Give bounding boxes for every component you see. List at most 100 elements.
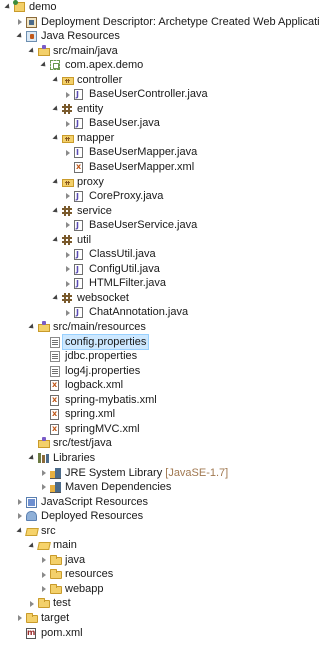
deployment-descriptor-icon	[26, 16, 37, 28]
expand-toggle-icon[interactable]	[15, 495, 24, 510]
expand-toggle-icon[interactable]	[15, 15, 24, 30]
tree-item-label: java	[65, 553, 86, 566]
collapse-toggle-icon[interactable]	[51, 131, 60, 146]
tree-item-label: test	[53, 597, 71, 610]
expand-toggle-icon[interactable]	[39, 582, 48, 597]
collapse-toggle-icon[interactable]	[3, 0, 12, 15]
expand-toggle-icon[interactable]	[63, 189, 72, 204]
tree-item-label: src/main/resources	[53, 321, 146, 334]
xml-file-icon	[74, 160, 83, 175]
expand-toggle-icon[interactable]	[63, 87, 72, 102]
expand-toggle-icon[interactable]	[63, 276, 72, 291]
tree-item[interactable]: Maven Dependencies	[0, 480, 314, 495]
tree-item[interactable]: Libraries	[0, 451, 314, 466]
tree-item[interactable]: java	[0, 553, 314, 568]
tree-item[interactable]: demo	[0, 0, 314, 15]
expand-toggle-icon[interactable]	[39, 480, 48, 495]
tree-item[interactable]: Deployed Resources	[0, 509, 314, 524]
tree-item[interactable]: logback.xml	[0, 378, 314, 393]
tree-item[interactable]: main	[0, 538, 314, 553]
expand-toggle-icon[interactable]	[15, 509, 24, 524]
collapse-toggle-icon[interactable]	[51, 175, 60, 190]
tree-item[interactable]: controller	[0, 73, 314, 88]
collapse-toggle-icon[interactable]	[27, 538, 36, 553]
tree-item[interactable]: spring.xml	[0, 407, 314, 422]
source-folder-icon	[38, 321, 50, 333]
package-folder-icon	[62, 134, 74, 143]
expand-toggle-icon[interactable]	[63, 305, 72, 320]
tree-item[interactable]: Java Resources	[0, 29, 314, 44]
tree-item[interactable]: ChatAnnotation.java	[0, 305, 314, 321]
expand-toggle-icon[interactable]	[63, 145, 72, 160]
expand-toggle-icon[interactable]	[15, 611, 24, 626]
tree-item[interactable]: src/test/java	[0, 436, 314, 451]
tree-item[interactable]: BaseUserController.java	[0, 87, 314, 103]
collapse-toggle-icon[interactable]	[27, 44, 36, 59]
tree-item[interactable]: proxy	[0, 175, 314, 190]
collapse-toggle-icon[interactable]	[15, 524, 24, 539]
tree-item[interactable]: JavaScript Resources	[0, 495, 314, 510]
expand-toggle-icon[interactable]	[63, 116, 72, 131]
tree-item[interactable]: config.properties	[0, 333, 314, 351]
java-interface-icon	[74, 146, 83, 161]
tree-item[interactable]: HTMLFilter.java	[0, 276, 314, 292]
collapse-toggle-icon[interactable]	[51, 102, 60, 117]
folder-icon	[38, 598, 50, 609]
pom-file-icon	[26, 626, 36, 640]
tree-item-label: ChatAnnotation.java	[89, 306, 189, 319]
xml-file-icon	[50, 407, 59, 422]
collapse-toggle-icon[interactable]	[51, 73, 60, 88]
tree-item-label: spring-mybatis.xml	[65, 393, 157, 406]
collapse-toggle-icon[interactable]	[39, 58, 48, 73]
tree-item[interactable]: Deployment Descriptor: Archetype Created…	[0, 15, 320, 30]
project-icon	[13, 0, 25, 12]
tree-item[interactable]: JRE System Library [JavaSE-1.7]	[0, 466, 314, 481]
collapse-toggle-icon[interactable]	[27, 320, 36, 335]
collapse-toggle-icon[interactable]	[27, 451, 36, 466]
tree-item-label: demo	[29, 1, 57, 13]
tree-item[interactable]: ClassUtil.java	[0, 247, 314, 263]
collapse-toggle-icon[interactable]	[51, 291, 60, 306]
tree-item[interactable]: target	[0, 611, 314, 626]
collapse-toggle-icon[interactable]	[51, 233, 60, 248]
package-folder-icon	[62, 76, 74, 85]
tree-item[interactable]: test	[0, 596, 314, 611]
tree-item[interactable]: mapper	[0, 131, 314, 146]
tree-item[interactable]: BaseUserMapper.java	[0, 145, 314, 161]
tree-item[interactable]: BaseUserMapper.xml	[0, 160, 314, 175]
expand-toggle-icon[interactable]	[63, 262, 72, 277]
tree-item-label: BaseUserService.java	[89, 219, 198, 232]
expand-toggle-icon[interactable]	[63, 218, 72, 233]
collapse-toggle-icon[interactable]	[51, 204, 60, 219]
tree-item[interactable]: CoreProxy.java	[0, 189, 314, 205]
tree-item[interactable]: service	[0, 204, 314, 219]
tree-item[interactable]: com.apex.demo	[0, 58, 314, 73]
expand-toggle-icon[interactable]	[27, 596, 36, 611]
expand-toggle-icon[interactable]	[39, 466, 48, 481]
expand-toggle-icon[interactable]	[39, 567, 48, 582]
tree-item[interactable]: ConfigUtil.java	[0, 262, 314, 277]
tree-item[interactable]: websocket	[0, 291, 314, 306]
tree-item[interactable]: src	[0, 524, 314, 539]
library-icon	[50, 482, 61, 494]
tree-item[interactable]: entity	[0, 102, 314, 117]
tree-item[interactable]: log4j.properties	[0, 364, 314, 379]
collapse-toggle-icon[interactable]	[15, 29, 24, 44]
tree-item[interactable]: BaseUser.java	[0, 116, 314, 132]
expand-toggle-icon[interactable]	[39, 553, 48, 568]
tree-item[interactable]: webapp	[0, 582, 314, 597]
tree-item[interactable]: spring-mybatis.xml	[0, 393, 314, 407]
xml-file-icon	[50, 378, 59, 393]
tree-item[interactable]: src/main/java	[0, 44, 314, 59]
tree-item[interactable]: src/main/resources	[0, 320, 314, 335]
tree-item[interactable]: BaseUserService.java	[0, 218, 314, 234]
tree-item[interactable]: resources	[0, 567, 314, 582]
tree-item[interactable]: pom.xml	[0, 626, 314, 640]
xml-file-icon	[50, 422, 59, 436]
tree-item-label: springMVC.xml	[65, 422, 140, 435]
expand-toggle-icon[interactable]	[63, 247, 72, 262]
tree-item-label: util	[77, 233, 92, 246]
tree-item[interactable]: util	[0, 233, 314, 248]
tree-item[interactable]: jdbc.properties	[0, 349, 314, 364]
tree-item[interactable]: springMVC.xml	[0, 422, 314, 436]
